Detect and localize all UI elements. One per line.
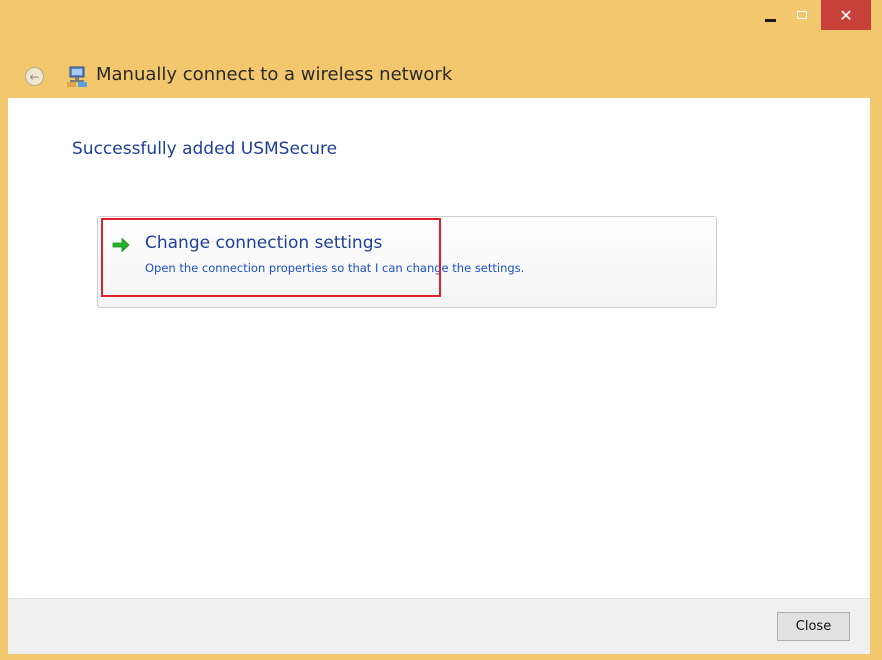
change-connection-settings-link[interactable]: Change connection settings Open the conn… [97,216,717,308]
window-title: Manually connect to a wireless network [96,64,453,85]
success-heading: Successfully added USMSecure [72,139,338,159]
network-icon [67,66,87,87]
dialog-window: ✕ ← Manually connect to a wireless netwo… [0,0,882,660]
maximize-button[interactable] [787,0,817,30]
close-button[interactable]: Close [777,612,850,641]
back-arrow-icon: ← [29,69,40,84]
minimize-button[interactable] [755,0,785,30]
close-window-button[interactable]: ✕ [821,0,871,30]
green-arrow-icon [112,237,130,253]
header: ← Manually connect to a wireless network [0,58,870,98]
minimize-icon [764,18,776,22]
command-link-description: Open the connection properties so that I… [145,261,525,275]
footer: Close [8,598,870,654]
maximize-icon [797,11,807,19]
command-link-title: Change connection settings [145,233,383,253]
content-area: Successfully added USMSecure Change conn… [8,98,870,598]
back-button[interactable]: ← [25,67,44,86]
close-icon: ✕ [839,5,853,25]
